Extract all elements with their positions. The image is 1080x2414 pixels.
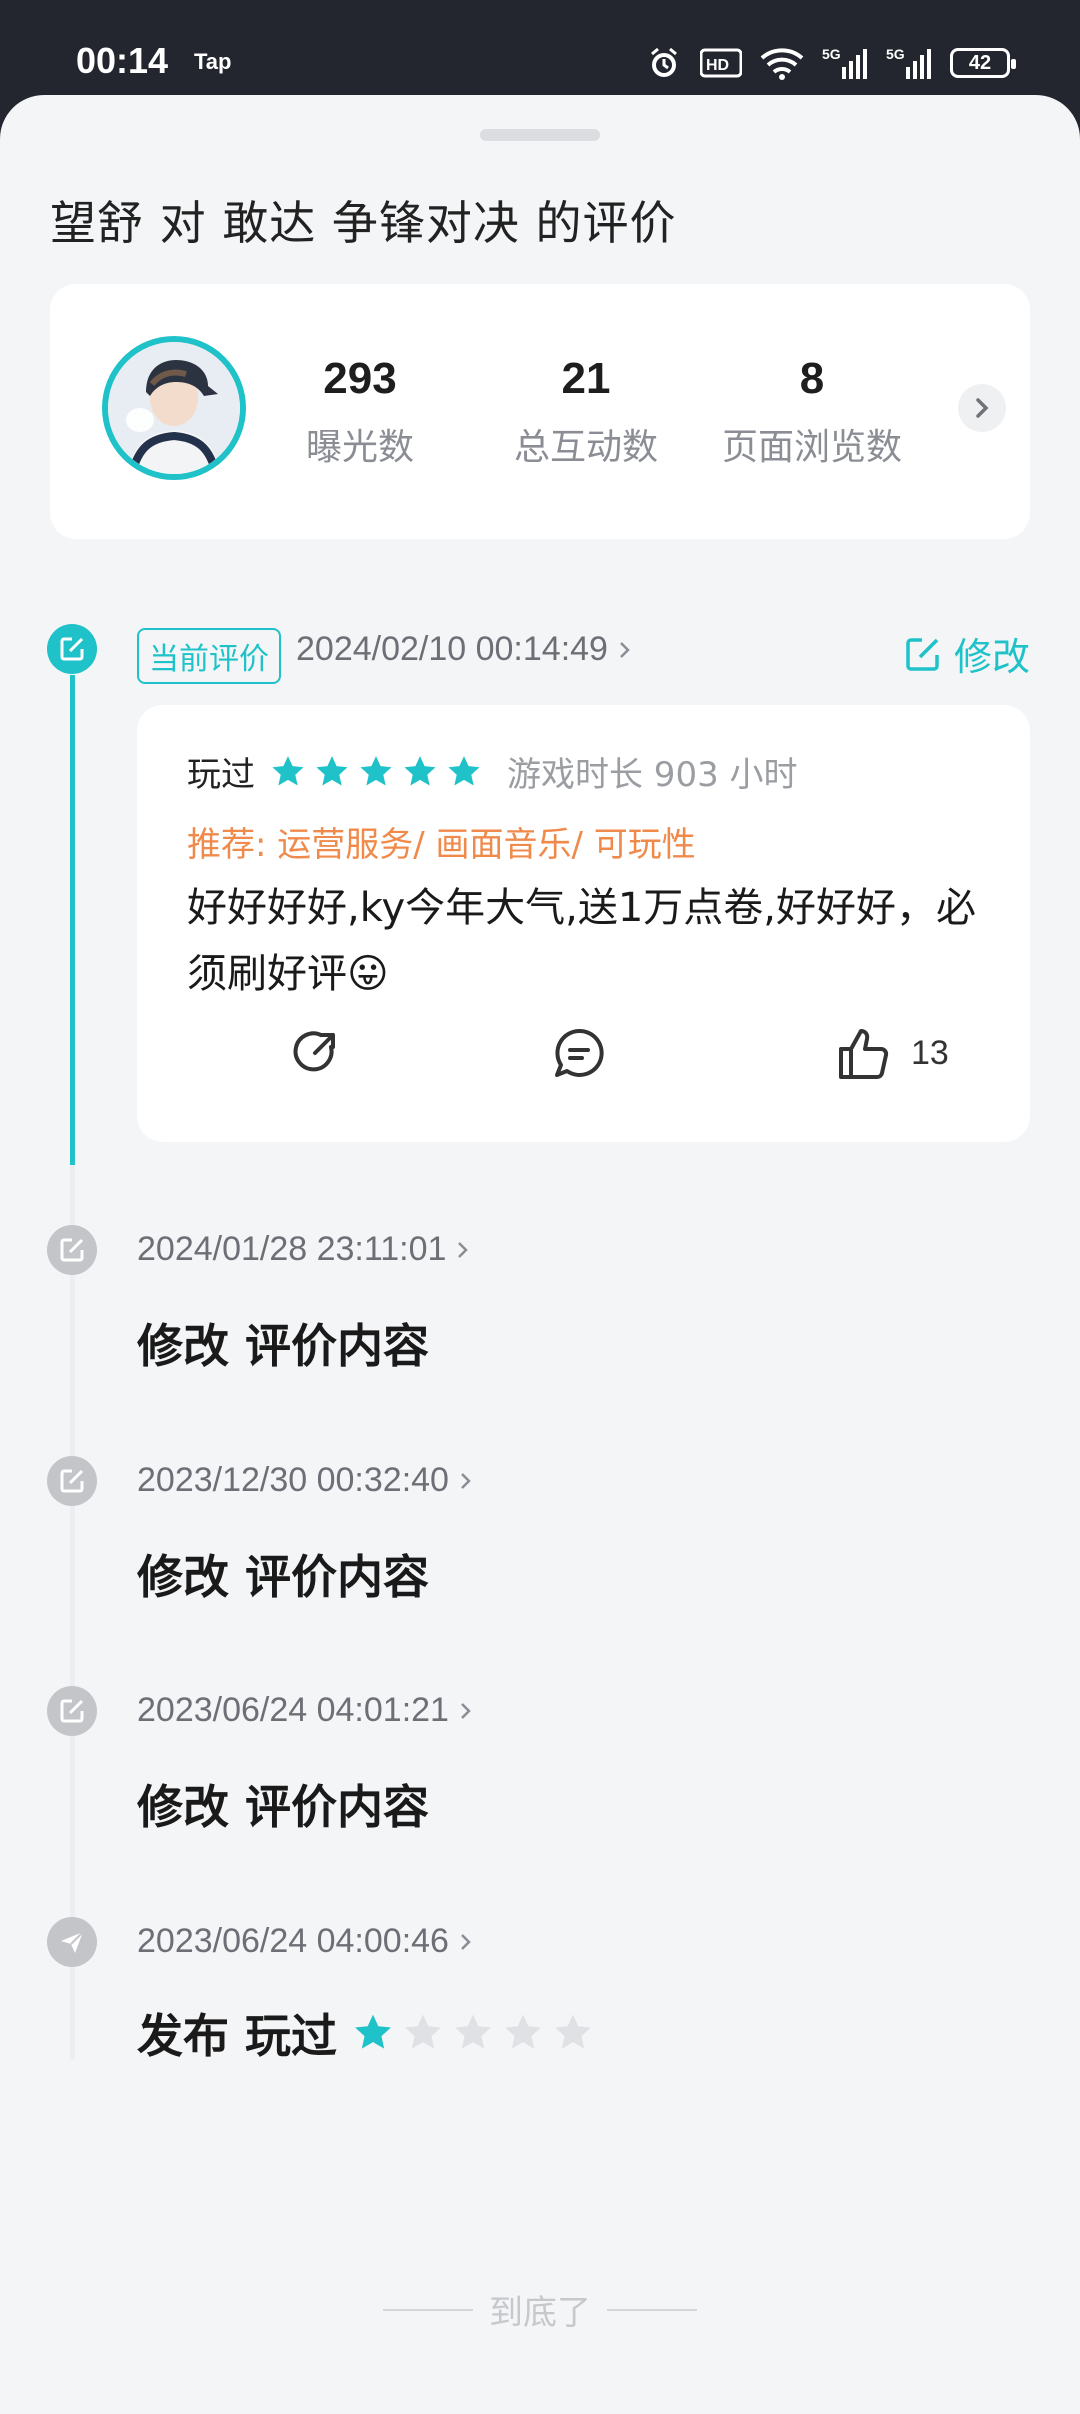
avatar[interactable] — [102, 336, 246, 480]
history-date-link[interactable]: 2023/06/24 04:00:46 — [137, 1922, 473, 1961]
stat-exposure: 293 曝光数 — [250, 354, 470, 470]
history-title-publish: 发布 玩过 — [137, 2000, 595, 2066]
history-title-text: 发布 玩过 — [137, 2009, 338, 2063]
end-text: 到底了 — [489, 2293, 591, 2333]
current-review-date-link[interactable]: 2024/02/10 00:14:49 — [296, 630, 632, 669]
stats-card[interactable]: 293 曝光数 21 总互动数 8 页面浏览数 — [50, 284, 1030, 539]
status-bar: 00:14 Tap HD 5G 5G 42 — [0, 0, 1080, 110]
history-title: 修改 评价内容 — [137, 1780, 430, 1834]
recommend-tags: 推荐: 运营服务/ 画面音乐/ 可玩性 — [187, 825, 696, 865]
wifi-icon — [760, 43, 804, 83]
edit-icon — [47, 1456, 97, 1506]
sheet-grabber[interactable] — [480, 129, 600, 141]
rating-stars — [351, 2011, 595, 2055]
chevron-right-icon — [620, 641, 630, 658]
divider — [383, 2308, 473, 2311]
signal-5g-icon: 5G — [822, 43, 868, 83]
review-text: 好好好好,ky今年大气,送1万点卷,好好好，必须刷好评😛 — [187, 885, 977, 997]
stat-value: 8 — [799, 354, 825, 403]
star-filled-icon — [355, 2014, 391, 2049]
status-icons: HD 5G 5G 42 — [646, 38, 1016, 88]
history-date: 2024/01/28 23:11:01 — [137, 1230, 447, 1268]
chevron-right-icon — [461, 1472, 471, 1489]
star-filled-icon — [360, 755, 392, 785]
share-icon — [293, 1031, 335, 1072]
status-time: 00:14 — [76, 40, 169, 81]
stat-page-views: 8 页面浏览数 — [702, 354, 922, 470]
stat-interactions: 21 总互动数 — [476, 354, 696, 470]
history-date: 2023/12/30 00:32:40 — [137, 1461, 449, 1499]
thumbs-up-icon — [839, 1029, 889, 1079]
chevron-right-icon — [976, 398, 989, 418]
divider — [607, 2308, 697, 2311]
history-date-link[interactable]: 2023/06/24 04:01:21 — [137, 1691, 473, 1730]
battery-icon: 42 — [950, 43, 1016, 83]
status-app-label: Tap — [194, 49, 232, 74]
history-date-link[interactable]: 2023/12/30 00:32:40 — [137, 1461, 473, 1500]
current-review-badge: 当前评价 — [137, 628, 281, 684]
svg-text:5G: 5G — [822, 46, 841, 62]
star-empty-icon — [505, 2014, 541, 2049]
rating-stars — [269, 753, 483, 791]
alarm-icon — [646, 43, 682, 83]
svg-text:5G: 5G — [886, 46, 905, 62]
chevron-right-icon — [458, 1241, 469, 1258]
chevron-right-icon — [461, 1933, 471, 1950]
history-date: 2023/06/24 04:01:21 — [137, 1691, 449, 1729]
history-date-link[interactable]: 2024/01/28 23:11:01 — [137, 1230, 470, 1269]
playtime: 游戏时长 903 小时 — [507, 755, 798, 795]
signal-5g-icon-2: 5G — [886, 43, 932, 83]
end-of-list: 到底了 — [0, 2285, 1080, 2334]
comment-icon — [555, 1028, 604, 1077]
star-empty-icon — [555, 2014, 591, 2049]
comment-button[interactable] — [551, 1025, 607, 1081]
edit-review-button[interactable]: 修改 — [904, 626, 1030, 681]
history-title: 修改 评价内容 — [137, 1550, 430, 1604]
star-filled-icon — [404, 755, 436, 785]
history-date: 2023/06/24 04:00:46 — [137, 1922, 449, 1960]
like-count: 13 — [911, 1033, 949, 1072]
stat-value: 293 — [323, 354, 397, 403]
share-button[interactable] — [287, 1025, 343, 1081]
page-title: 望舒 对 敢达 争锋对决 的评价 — [50, 196, 677, 250]
stat-value: 21 — [561, 354, 611, 403]
star-filled-icon — [448, 755, 480, 785]
battery-level: 42 — [950, 48, 1016, 78]
edit-icon — [47, 624, 97, 674]
svg-text:HD: HD — [706, 57, 729, 74]
stat-label: 页面浏览数 — [721, 427, 902, 468]
like-button[interactable]: 13 — [837, 1025, 949, 1081]
star-empty-icon — [405, 2014, 441, 2049]
edit-icon — [906, 637, 939, 671]
star-filled-icon — [272, 755, 304, 785]
review-header: 玩过 游戏时长 903 小时 — [187, 747, 798, 796]
stats-more-button[interactable] — [958, 384, 1006, 432]
edit-icon — [47, 1686, 97, 1736]
hd-icon: HD — [700, 43, 742, 83]
timeline-line-current — [70, 675, 75, 1165]
played-label: 玩过 — [187, 755, 255, 795]
review-card[interactable]: 玩过 游戏时长 903 小时 推荐: 运营服务/ 画面音乐/ 可玩性 好好好好,… — [137, 705, 1030, 1142]
review-date: 2024/02/10 00:14:49 — [296, 630, 608, 668]
star-filled-icon — [316, 755, 348, 785]
edit-icon — [47, 1225, 97, 1275]
stat-label: 曝光数 — [305, 427, 414, 468]
send-icon — [47, 1917, 97, 1967]
chevron-right-icon — [461, 1702, 471, 1719]
history-title: 修改 评价内容 — [137, 1319, 430, 1373]
stat-label: 总互动数 — [513, 427, 658, 468]
star-empty-icon — [455, 2014, 491, 2049]
edit-label: 修改 — [953, 635, 1030, 679]
